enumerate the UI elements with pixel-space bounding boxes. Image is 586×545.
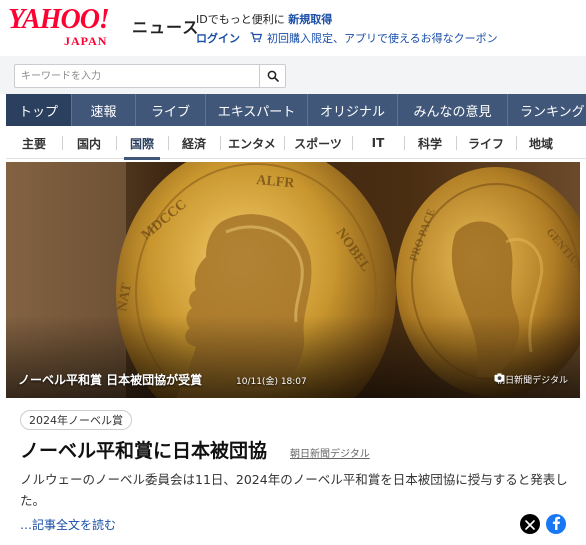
tab-main[interactable]: 主要 <box>6 127 62 159</box>
id-promo: IDでもっと便利に 新規取得 <box>196 11 332 27</box>
id-promo-text: IDでもっと便利に <box>196 13 285 26</box>
search-box <box>14 64 286 88</box>
login-link[interactable]: ログイン <box>196 32 240 45</box>
tab-local[interactable]: 地域 <box>516 127 566 159</box>
hero-image[interactable]: MDCCC ALFR NOBEL NAT PRO PACE GENTIUM ノー… <box>6 162 580 398</box>
article-source[interactable]: 朝日新聞デジタル <box>290 445 370 460</box>
nav-original[interactable]: オリジナル <box>308 94 398 126</box>
tab-sports[interactable]: スポーツ <box>284 127 352 159</box>
search-band <box>0 56 586 94</box>
category-nav: 主要 国内 国際 経済 エンタメ スポーツ IT 科学 ライフ 地域 <box>6 127 586 160</box>
search-input[interactable] <box>15 65 259 87</box>
x-icon <box>525 515 535 534</box>
hero-caption[interactable]: ノーベル平和賞 日本被団協が受賞 <box>18 371 202 388</box>
site-header: YAHOO! JAPAN ニュース IDでもっと便利に 新規取得 ログイン 初回… <box>0 0 586 56</box>
main-nav: トップ 速報 ライブ エキスパート オリジナル みんなの意見 ランキング <box>6 94 586 126</box>
service-name[interactable]: ニュース <box>132 14 199 38</box>
read-more-link[interactable]: …記事全文を読む <box>20 516 116 533</box>
nav-top[interactable]: トップ <box>6 94 72 126</box>
facebook-share-button[interactable] <box>546 514 566 534</box>
topic-tag[interactable]: 2024年ノーベル賞 <box>20 410 132 430</box>
tab-economy[interactable]: 経済 <box>168 127 220 159</box>
search-button[interactable] <box>259 65 285 87</box>
nav-ranking[interactable]: ランキング <box>508 94 586 126</box>
logo-sub-text: JAPAN <box>64 34 108 48</box>
tab-life[interactable]: ライフ <box>456 127 516 159</box>
tab-entertainment[interactable]: エンタメ <box>220 127 284 159</box>
photo-credit: 朝日新聞デジタル <box>494 373 568 386</box>
yahoo-japan-logo[interactable]: YAHOO! JAPAN <box>8 4 128 49</box>
article-card: 2024年ノーベル賞 ノーベル平和賞に日本被団協 朝日新聞デジタル ノルウェーの… <box>6 398 580 545</box>
article-summary: ノルウェーのノーベル委員会は11日、2024年のノーベル平和賞を日本被団協に授与… <box>20 472 568 508</box>
tab-domestic[interactable]: 国内 <box>62 127 116 159</box>
nav-live[interactable]: ライブ <box>136 94 206 126</box>
hero-date: 10/11(金) 18:07 <box>236 377 307 387</box>
nav-breaking[interactable]: 速報 <box>72 94 136 126</box>
facebook-icon <box>551 515 561 534</box>
nav-opinions[interactable]: みんなの意見 <box>398 94 508 126</box>
nav-expert[interactable]: エキスパート <box>206 94 308 126</box>
nobel-medal-illustration: MDCCC ALFR NOBEL NAT PRO PACE GENTIUM <box>6 162 580 398</box>
cart-icon <box>250 32 262 46</box>
logo-main-text: YAHOO! <box>8 4 110 35</box>
login-row: ログイン 初回購入限定、アプリで使えるお得なクーポン <box>196 30 498 46</box>
tab-it[interactable]: IT <box>352 127 404 159</box>
tab-science[interactable]: 科学 <box>404 127 456 159</box>
x-share-button[interactable] <box>520 514 540 534</box>
photo-credit-text: 朝日新聞デジタル <box>496 376 568 386</box>
tab-international[interactable]: 国際 <box>116 127 168 160</box>
search-icon <box>267 67 279 86</box>
register-link[interactable]: 新規取得 <box>288 13 332 26</box>
coupon-link[interactable]: 初回購入限定、アプリで使えるお得なクーポン <box>267 32 498 45</box>
article-title[interactable]: ノーベル平和賞に日本被団協 <box>20 436 267 463</box>
